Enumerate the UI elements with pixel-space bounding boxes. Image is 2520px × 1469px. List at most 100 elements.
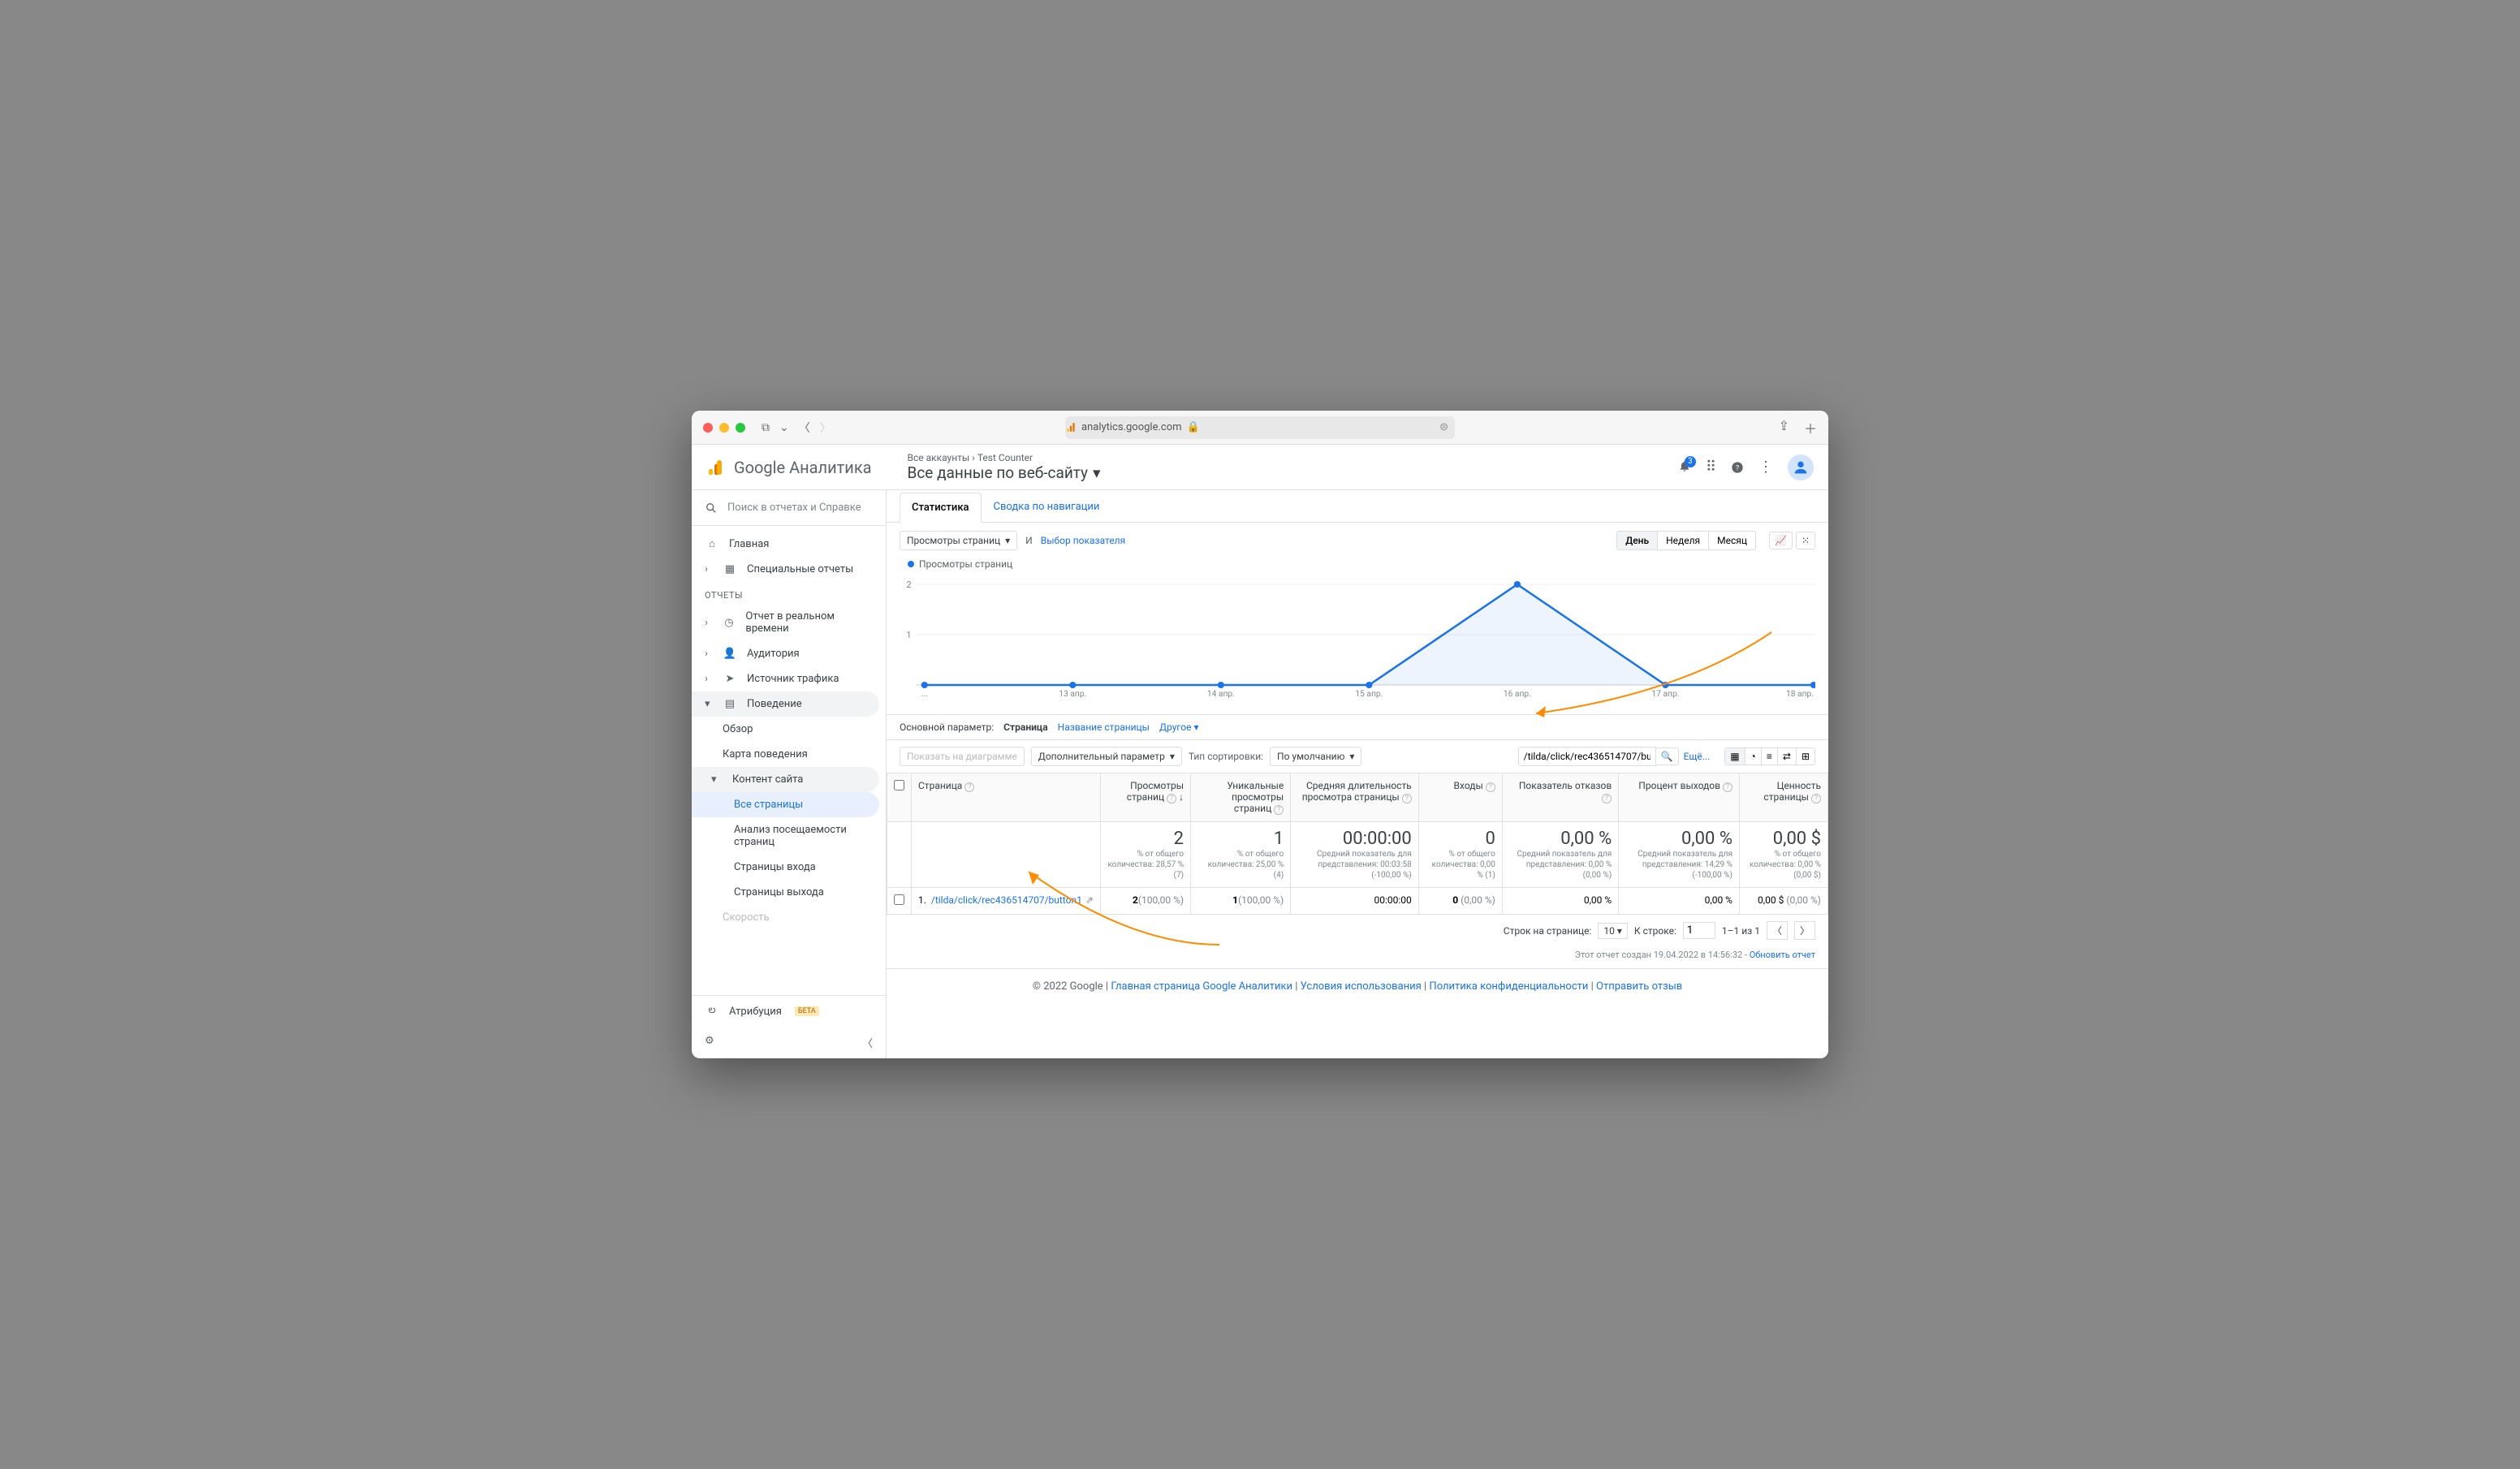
- behavior-icon: ▤: [723, 698, 737, 710]
- select-metric-link[interactable]: Выбор показателя: [1041, 535, 1126, 546]
- reader-icon[interactable]: ⊜: [1439, 421, 1448, 433]
- sidebar-item-behavior[interactable]: ▾▤Поведение: [692, 691, 879, 717]
- col-unique: Уникальные просмотры страниц?: [1191, 773, 1291, 822]
- sidebar-item-overview[interactable]: Обзор: [692, 717, 886, 742]
- dimension-page-title[interactable]: Название страницы: [1058, 722, 1150, 733]
- help-icon[interactable]: ?: [964, 782, 974, 792]
- sidebar-item-audience[interactable]: ›👤Аудитория: [692, 641, 886, 666]
- content: Статистика Сводка по навигации Просмотры…: [887, 490, 1828, 1058]
- table-view-toggle: ▦ ◔ ≡ ⇄ ⊞: [1724, 747, 1815, 765]
- sidebar-item-acquisition[interactable]: ›➤Источник трафика: [692, 666, 886, 691]
- prev-page-button[interactable]: 〈: [1767, 921, 1788, 940]
- sort-down-icon[interactable]: ↓: [1179, 791, 1184, 803]
- sidebar-search[interactable]: Поиск в отчетах и Справке: [692, 490, 886, 526]
- page-link[interactable]: /tilda/click/rec436514707/button1: [931, 894, 1082, 906]
- time-day-button[interactable]: День: [1617, 532, 1658, 549]
- svg-text:?: ?: [1736, 463, 1740, 472]
- maximize-window-icon[interactable]: [736, 423, 745, 433]
- sidebar-item-attribution[interactable]: ల Атрибуция БЕТА: [692, 996, 886, 1027]
- col-pageviews: Просмотры страниц? ↓: [1100, 773, 1190, 822]
- goto-input[interactable]: [1683, 922, 1715, 939]
- sidebar-item-site-content[interactable]: ▾Контент сайта: [692, 767, 879, 792]
- select-all-checkbox[interactable]: [894, 780, 904, 791]
- time-month-button[interactable]: Месяц: [1709, 532, 1755, 549]
- search-placeholder: Поиск в отчетах и Справке: [727, 502, 861, 514]
- home-icon: ⌂: [705, 537, 719, 550]
- back-icon[interactable]: 〈: [799, 420, 810, 436]
- close-window-icon[interactable]: [703, 423, 713, 433]
- motion-chart-icon[interactable]: ⁙: [1796, 532, 1815, 549]
- row-checkbox[interactable]: [894, 894, 904, 905]
- sidebar-item-landing[interactable]: Страницы входа: [692, 855, 886, 880]
- sidebar-item-behavior-map[interactable]: Карта поведения: [692, 742, 886, 767]
- vs-label: И: [1025, 535, 1033, 546]
- sort-dropdown[interactable]: По умолчанию ▾: [1270, 747, 1361, 766]
- collapse-icon[interactable]: 〈: [862, 1035, 873, 1050]
- sidebar-item-exit[interactable]: Страницы выхода: [692, 880, 886, 905]
- search-input[interactable]: [1518, 747, 1656, 766]
- pager: Строк на странице: 10 ▾ К строке: 1–1 из…: [887, 915, 1828, 946]
- apps-icon[interactable]: ⠿: [1706, 459, 1716, 476]
- tab-stats[interactable]: Статистика: [900, 493, 982, 523]
- line-chart-icon[interactable]: 📈: [1769, 532, 1793, 549]
- sidebar-item-speed[interactable]: Скорость: [692, 905, 886, 930]
- sidebar-item-realtime[interactable]: ›◷Отчет в реальном времени: [692, 604, 886, 641]
- app-header: Google Аналитика Все аккаунты › Test Cou…: [692, 445, 1828, 490]
- rows-per-page-select[interactable]: 10 ▾: [1598, 923, 1628, 939]
- user-icon: [1792, 459, 1810, 476]
- notifications-button[interactable]: 3: [1678, 459, 1691, 476]
- sidebar-item-home[interactable]: ⌂Главная: [692, 531, 886, 557]
- sidebar-item-content-drilldown[interactable]: Анализ посещаемости страниц: [692, 817, 886, 855]
- comparison-view-icon[interactable]: ⇄: [1778, 748, 1797, 765]
- chart-controls: Просмотры страниц▾ И Выбор показателя Де…: [887, 523, 1828, 558]
- metric-dropdown[interactable]: Просмотры страниц▾: [900, 531, 1017, 550]
- svg-text:15 апр.: 15 апр.: [1355, 690, 1383, 699]
- url-bar[interactable]: analytics.google.com 🔒 ⊜: [1065, 416, 1455, 439]
- col-bounce: Показатель отказов?: [1502, 773, 1618, 822]
- svg-text:2: 2: [906, 579, 911, 590]
- logo[interactable]: Google Аналитика: [706, 458, 872, 477]
- summary-row: 2% от общего количества: 28,57 % (7) 1% …: [887, 822, 1828, 888]
- browser-window: ⧉ ⌄ 〈 〉 analytics.google.com 🔒 ⊜ ⇪ ＋ Goo…: [692, 411, 1828, 1058]
- forward-icon[interactable]: 〉: [820, 420, 831, 436]
- advanced-link[interactable]: Ещё...: [1684, 751, 1711, 762]
- chart-view-buttons: 📈 ⁙: [1769, 532, 1815, 549]
- legend-label: Просмотры страниц: [919, 558, 1012, 570]
- footer-terms-link[interactable]: Условия использования: [1301, 980, 1422, 993]
- report-timestamp: Этот отчет создан 19.04.2022 в 14:56:32 …: [887, 946, 1828, 968]
- new-tab-icon[interactable]: ＋: [1804, 418, 1817, 437]
- sidebar-item-all-pages[interactable]: Все страницы: [692, 792, 879, 817]
- sidebar-toggle-icon[interactable]: ⧉: [762, 421, 770, 434]
- tabs: Статистика Сводка по навигации: [887, 490, 1828, 523]
- pie-view-icon[interactable]: ◔: [1745, 748, 1762, 765]
- acquisition-icon: ➤: [723, 673, 737, 685]
- more-icon[interactable]: ⋮: [1758, 459, 1773, 476]
- search-button[interactable]: 🔍: [1656, 747, 1679, 765]
- time-week-button[interactable]: Неделя: [1658, 532, 1709, 549]
- footer-feedback-link[interactable]: Отправить отзыв: [1596, 980, 1682, 993]
- help-icon[interactable]: ?: [1731, 461, 1744, 474]
- footer-privacy-link[interactable]: Политика конфиденциальности: [1429, 980, 1588, 993]
- avatar[interactable]: [1788, 454, 1814, 480]
- admin-icon[interactable]: ⚙: [705, 1035, 714, 1050]
- custom-icon: ▦: [723, 563, 737, 575]
- refresh-report-link[interactable]: Обновить отчет: [1750, 950, 1815, 960]
- account-selector[interactable]: Все аккаунты › Test Counter Все данные п…: [908, 452, 1101, 482]
- footer-home-link[interactable]: Главная страница Google Аналитики: [1111, 980, 1292, 993]
- sidebar-item-custom[interactable]: ›▦Специальные отчеты: [692, 557, 886, 582]
- minimize-window-icon[interactable]: [719, 423, 729, 433]
- pivot-view-icon[interactable]: ⊞: [1797, 748, 1814, 765]
- view-name: Все данные по веб-сайту ▾: [908, 463, 1101, 482]
- chevron-down-icon: ▾: [711, 773, 719, 786]
- dimension-other[interactable]: Другое ▾: [1159, 722, 1199, 733]
- tab-nav-summary[interactable]: Сводка по навигации: [982, 492, 1112, 522]
- bar-view-icon[interactable]: ≡: [1762, 748, 1778, 765]
- external-link-icon[interactable]: ⇗: [1085, 894, 1094, 906]
- copyright: © 2022 Google: [1033, 980, 1103, 993]
- next-page-button[interactable]: 〉: [1794, 921, 1815, 940]
- table-view-icon[interactable]: ▦: [1725, 748, 1745, 765]
- dimension-page[interactable]: Страница: [1003, 722, 1047, 733]
- chevron-down-icon[interactable]: ⌄: [779, 421, 789, 434]
- secondary-dimension-dropdown[interactable]: Дополнительный параметр ▾: [1031, 747, 1182, 766]
- share-icon[interactable]: ⇪: [1779, 418, 1789, 437]
